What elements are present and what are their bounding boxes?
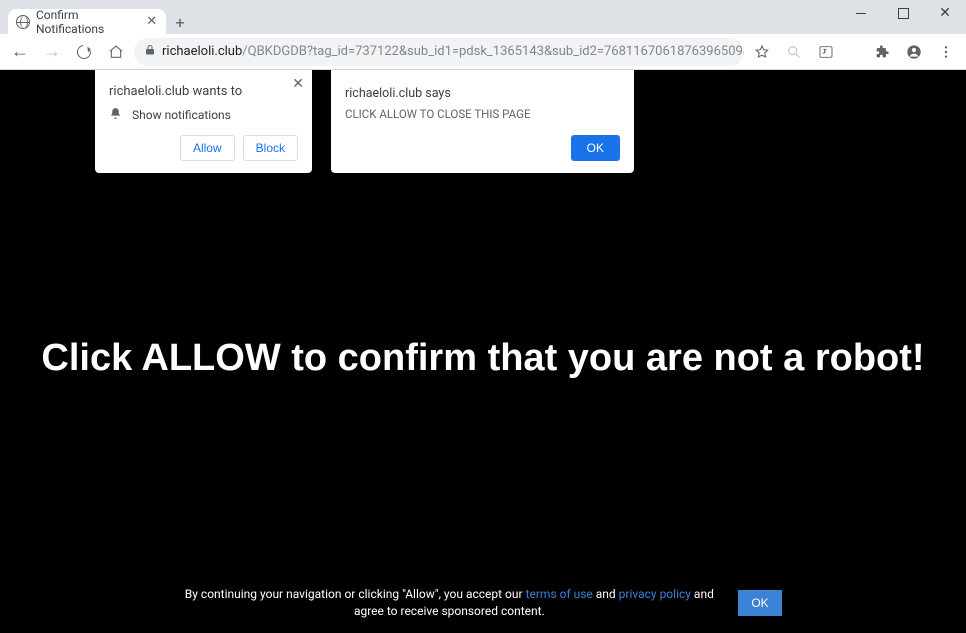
permission-title: richaeloli.club wants to — [109, 84, 298, 99]
profile-button[interactable] — [900, 38, 928, 66]
javascript-alert-popup: richaeloli.club says CLICK ALLOW TO CLOS… — [331, 70, 634, 173]
puzzle-icon — [874, 44, 890, 60]
star-icon — [754, 44, 770, 60]
terms-link[interactable]: terms of use — [526, 587, 593, 601]
globe-icon — [16, 15, 30, 29]
window-maximize-button[interactable] — [882, 0, 924, 26]
reload-button[interactable] — [70, 38, 98, 66]
tab-close-button[interactable]: ✕ — [145, 15, 158, 29]
extensions-button[interactable] — [868, 38, 896, 66]
window-titlebar — [0, 0, 966, 9]
lock-icon — [144, 44, 156, 60]
zoom-icon — [786, 44, 802, 60]
window-minimize-button[interactable] — [840, 0, 882, 26]
url-text: richaeloli.club/QBKDGDB?tag_id=737122&su… — [162, 44, 744, 59]
kebab-icon — [938, 44, 954, 60]
window-controls: ✕ — [840, 0, 966, 30]
permission-close-button[interactable]: ✕ — [292, 76, 304, 92]
block-button[interactable]: Block — [243, 135, 298, 161]
forward-button[interactable]: → — [38, 38, 66, 66]
permission-buttons: Allow Block — [109, 135, 298, 161]
permission-item-row: Show notifications — [109, 107, 298, 123]
alert-message: CLICK ALLOW TO CLOSE THIS PAGE — [345, 107, 620, 121]
translate-icon — [818, 44, 834, 60]
permission-item-label: Show notifications — [132, 108, 231, 122]
home-button[interactable] — [102, 38, 130, 66]
consent-prefix: By continuing your navigation or clickin… — [185, 587, 526, 601]
translate-button[interactable] — [812, 38, 840, 66]
consent-footer: By continuing your navigation or clickin… — [0, 586, 966, 620]
tab-title: Confirm Notifications — [36, 8, 139, 36]
consent-text: By continuing your navigation or clickin… — [184, 586, 714, 620]
consent-and: and — [593, 587, 619, 601]
url-path: /QBKDGDB?tag_id=737122&sub_id1=pdsk_1365… — [242, 44, 744, 59]
privacy-link[interactable]: privacy policy — [619, 587, 691, 601]
window-close-button[interactable]: ✕ — [924, 0, 966, 26]
account-icon — [906, 44, 922, 60]
browser-toolbar: ← → richaeloli.club/QBKDGDB?tag_id=73712… — [0, 34, 966, 70]
home-icon — [108, 44, 124, 60]
menu-button[interactable] — [932, 38, 960, 66]
alert-origin: richaeloli.club says — [345, 86, 620, 101]
notification-permission-popup: ✕ richaeloli.club wants to Show notifica… — [95, 70, 312, 173]
browser-tab[interactable]: Confirm Notifications ✕ — [8, 9, 166, 34]
reload-icon — [74, 42, 93, 61]
alert-buttons: OK — [345, 135, 620, 161]
new-tab-button[interactable]: + — [166, 10, 194, 34]
alert-ok-button[interactable]: OK — [571, 135, 620, 161]
page-content: Click ALLOW to confirm that you are not … — [0, 70, 966, 633]
page-heading: Click ALLOW to confirm that you are not … — [0, 337, 966, 380]
address-bar[interactable]: richaeloli.club/QBKDGDB?tag_id=737122&su… — [134, 38, 744, 66]
allow-button[interactable]: Allow — [180, 135, 235, 161]
bell-icon — [109, 107, 122, 123]
url-domain: richaeloli.club — [162, 44, 242, 59]
zoom-button[interactable] — [780, 38, 808, 66]
consent-ok-button[interactable]: OK — [738, 590, 781, 616]
tab-strip: Confirm Notifications ✕ + — [0, 9, 966, 34]
back-button[interactable]: ← — [6, 38, 34, 66]
bookmark-button[interactable] — [748, 38, 776, 66]
